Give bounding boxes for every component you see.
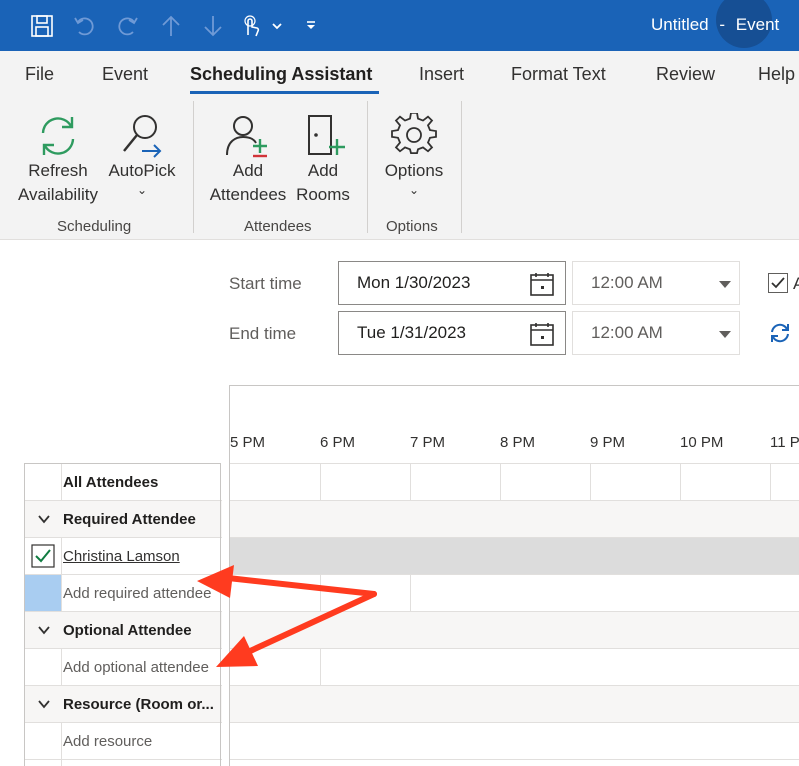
annotation-arrows [197, 565, 377, 667]
